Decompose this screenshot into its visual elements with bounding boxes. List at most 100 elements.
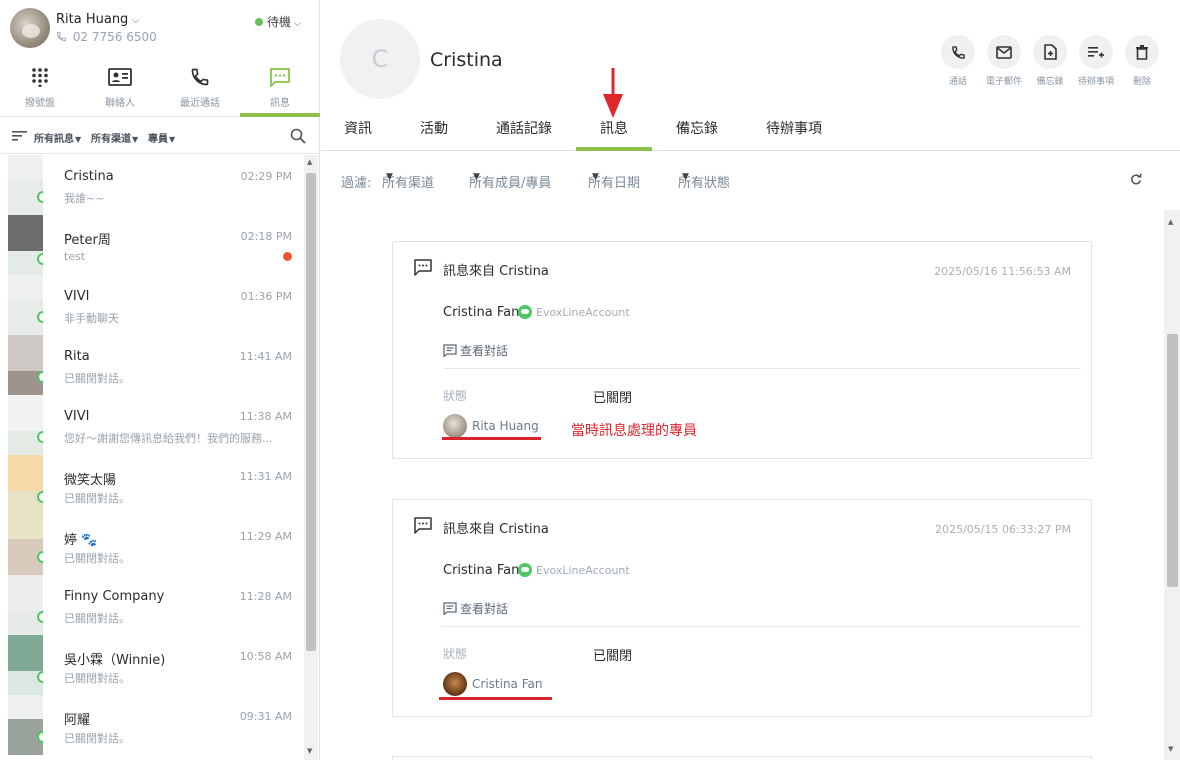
message-list-scrollbar[interactable]: ▲ ▼	[1164, 210, 1180, 760]
chevron-down-icon: ⌵	[132, 16, 140, 26]
caret-down-icon: ▼	[169, 135, 176, 144]
contact-tabs: 資訊 活動 通話記錄 訊息 備忘錄 待辦事項	[321, 102, 1180, 151]
conversation-name: Rita	[64, 349, 90, 364]
user-name-menu[interactable]: Rita Huang ⌵	[56, 12, 139, 27]
call-button[interactable]: 通話	[935, 35, 981, 87]
conversation-icon	[443, 344, 457, 357]
message-icon	[414, 517, 432, 534]
trash-icon	[1136, 44, 1148, 60]
tab-messages[interactable]: 訊息	[600, 118, 628, 138]
view-conversation-link[interactable]: 查看對話	[443, 600, 508, 617]
sidebar: Rita Huang ⌵ 02 7756 6500 待機 ⌵ 撥號盤 聯絡人 最近通…	[0, 0, 320, 760]
view-conversation-label: 查看對話	[460, 602, 509, 616]
conversation-icon	[443, 602, 457, 615]
refresh-icon[interactable]	[1130, 173, 1142, 185]
sidebar-nav: 撥號盤 聯絡人 最近通話 訊息	[0, 60, 320, 117]
conversation-item[interactable]: Cristina 我誰~~ 02:29 PM	[0, 155, 305, 215]
conversation-time: 11:28 AM	[239, 590, 292, 603]
conversation-list-scrollbar[interactable]: ▲ ▼	[304, 155, 318, 760]
email-button[interactable]: 電子郵件	[981, 35, 1027, 87]
active-tab-indicator	[576, 147, 652, 151]
line-channel-icon	[37, 253, 43, 265]
nav-tab-label: 撥號盤	[25, 98, 55, 109]
conversation-item[interactable]: 吳小霖（Winnie) 已關閉對話。 10:58 AM	[0, 635, 305, 695]
conversation-avatar	[8, 575, 43, 635]
line-channel-icon	[37, 671, 43, 683]
divider	[443, 368, 1081, 369]
view-conversation-link[interactable]: 查看對話	[443, 342, 508, 359]
presence-status-menu[interactable]: 待機 ⌵	[255, 13, 301, 30]
agent-avatar	[443, 672, 467, 696]
annotation-note: 當時訊息處理的專員	[571, 423, 697, 439]
conversation-time: 09:31 AM	[239, 710, 292, 723]
conversation-item[interactable]: Peter周 test 02:18 PM	[0, 215, 305, 275]
chevron-down-icon: ⌵	[294, 19, 301, 29]
conversation-item[interactable]: Finny Company 已關閉對話。 11:28 AM	[0, 575, 305, 635]
todo-add-icon	[1088, 47, 1104, 58]
nav-tab-recent-calls[interactable]: 最近通話	[160, 60, 240, 116]
conversation-avatar	[8, 455, 43, 515]
conversation-preview: 您好～謝謝您傳訊息給我們！我們的服務...	[64, 432, 273, 445]
user-avatar[interactable]	[10, 8, 50, 48]
delete-button[interactable]: 刪除	[1119, 35, 1165, 87]
tab-activity[interactable]: 活動	[420, 118, 448, 138]
scroll-down-icon[interactable]: ▼	[307, 747, 312, 755]
conversation-time: 11:29 AM	[239, 530, 292, 543]
line-channel-icon	[37, 431, 43, 443]
nav-tab-contacts[interactable]: 聯絡人	[80, 60, 160, 116]
caret-down-icon: ▼	[132, 135, 139, 144]
line-channel-icon	[518, 563, 532, 577]
annotation-underline	[439, 697, 552, 700]
conversation-name: 微笑太陽	[64, 473, 117, 488]
conversation-item[interactable]: 微笑太陽 已關閉對話。 11:31 AM	[0, 455, 305, 515]
conversation-name: 婷 🐾	[64, 533, 98, 548]
presence-status-label: 待機	[267, 15, 292, 29]
scrollbar-thumb[interactable]	[306, 173, 316, 651]
scrollbar-thumb[interactable]	[1167, 334, 1178, 587]
add-todo-button[interactable]: 待辦事項	[1073, 35, 1119, 87]
line-channel-icon	[37, 491, 43, 503]
scroll-down-icon[interactable]: ▼	[1168, 745, 1173, 753]
tab-call-history[interactable]: 通話記錄	[496, 118, 552, 138]
conversation-avatar	[8, 395, 43, 455]
status-label: 狀態	[443, 389, 468, 403]
user-name: Rita Huang	[56, 12, 129, 27]
line-channel-icon	[37, 371, 43, 383]
scroll-up-icon[interactable]: ▲	[307, 158, 312, 166]
user-header: Rita Huang ⌵ 02 7756 6500 待機 ⌵	[0, 0, 320, 56]
phone-icon	[951, 45, 965, 59]
conversation-avatar	[8, 215, 43, 275]
tab-info[interactable]: 資訊	[344, 118, 372, 138]
agent-name: Cristina Fan	[472, 677, 543, 691]
message-datetime: 2025/05/15 06:33:27 PM	[935, 523, 1071, 536]
conversation-name: VIVI	[64, 289, 90, 304]
conversation-item[interactable]: Rita 已關閉對話。 11:41 AM	[0, 335, 305, 395]
conversation-item[interactable]: 阿耀 已關閉對話。 09:31 AM	[0, 695, 305, 755]
conversation-item[interactable]: VIVI 您好～謝謝您傳訊息給我們！我們的服務... 11:38 AM	[0, 395, 305, 455]
conversation-item[interactable]: 婷 🐾 已關閉對話。 11:29 AM	[0, 515, 305, 575]
channel-account: EvoxLineAccount	[536, 564, 630, 577]
search-icon[interactable]	[290, 128, 306, 144]
add-note-button[interactable]: 備忘錄	[1027, 35, 1073, 87]
phone-icon	[56, 31, 67, 42]
tab-todos[interactable]: 待辦事項	[766, 118, 822, 138]
sort-icon[interactable]	[12, 131, 27, 141]
filter-agent[interactable]: 專員▼	[148, 130, 175, 145]
line-channel-icon	[37, 551, 43, 563]
nav-tab-dialpad[interactable]: 撥號盤	[0, 60, 80, 116]
nav-tab-messages[interactable]: 訊息	[240, 60, 320, 117]
contact-actions: 通話 電子郵件 備忘錄 待辦事項 刪除	[935, 35, 1165, 87]
line-channel-icon	[37, 611, 43, 623]
conversation-avatar	[8, 635, 43, 695]
conversation-item[interactable]: VIVI 非手動聊天 01:36 PM	[0, 275, 305, 335]
list-filter-bar: 所有訊息▼ 所有渠道▼ 專員▼	[0, 118, 320, 154]
filter-all-channels[interactable]: 所有渠道▼	[91, 130, 138, 145]
filter-all-messages[interactable]: 所有訊息▼	[34, 130, 81, 145]
conversation-name: VIVI	[64, 409, 90, 424]
conversation-name: Peter周	[64, 233, 111, 248]
line-channel-icon	[518, 305, 532, 319]
scroll-up-icon[interactable]: ▲	[1168, 218, 1173, 226]
conversation-avatar	[8, 515, 43, 575]
tab-notes[interactable]: 備忘錄	[676, 118, 718, 138]
online-status-dot	[255, 18, 263, 26]
